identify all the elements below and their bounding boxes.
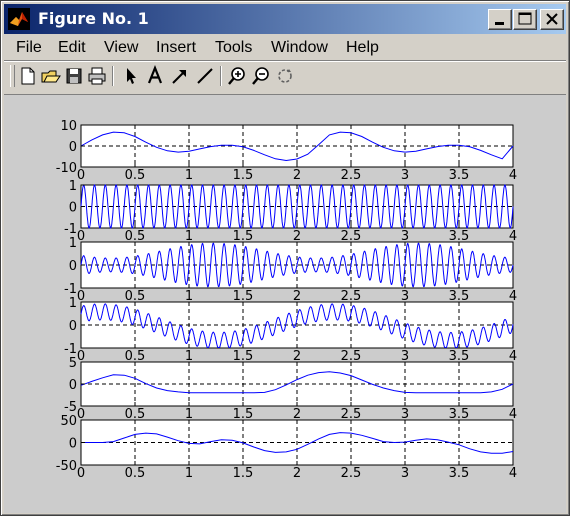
- window-title: Figure No. 1: [38, 9, 149, 28]
- menu-window[interactable]: Window: [271, 38, 328, 58]
- title-bar[interactable]: Figure No. 1: [4, 4, 566, 34]
- menu-view[interactable]: View: [104, 38, 138, 58]
- insert-text-icon[interactable]: [144, 65, 166, 87]
- x-tick-label: 0: [77, 466, 85, 481]
- y-tick-label: -1: [64, 222, 77, 237]
- subplot-stack: 100-10 0 0.5 1 1.5 2 2.5 3 3.5 410-1 0 0.5 1 1.5 2 2.5 3…: [56, 119, 517, 481]
- y-tick-label: -5: [64, 400, 77, 415]
- minimize-button[interactable]: [488, 9, 512, 30]
- y-tick-label: -1: [64, 282, 77, 297]
- x-tick-label: 2: [293, 466, 301, 481]
- figure-toolbar: [4, 63, 566, 91]
- x-tick-label: 2.5: [341, 168, 362, 183]
- x-tick-label: 3: [401, 168, 409, 183]
- maximize-button[interactable]: [513, 9, 537, 30]
- menu-bar: File Edit View Insert Tools Window Help: [4, 36, 566, 60]
- menu-tools[interactable]: Tools: [215, 38, 252, 58]
- y-tick-label: 0: [69, 201, 77, 216]
- y-tick-label: -1: [64, 342, 77, 357]
- insert-line-icon[interactable]: [194, 65, 216, 87]
- new-figure-icon[interactable]: [17, 65, 39, 87]
- toolbar-separator: [220, 66, 222, 86]
- menu-help[interactable]: Help: [346, 38, 379, 58]
- x-tick-label: 4: [509, 168, 517, 183]
- x-tick-label: 3.5: [449, 466, 470, 481]
- y-tick-label: 1: [69, 296, 77, 311]
- menu-file[interactable]: File: [16, 38, 42, 58]
- figure-window: Figure No. 1 File Edit View Insert Tools…: [0, 0, 570, 516]
- y-tick-label: 1: [69, 179, 77, 194]
- x-tick-label: 1: [185, 466, 193, 481]
- x-tick-label: 2: [293, 168, 301, 183]
- open-file-icon[interactable]: [40, 65, 62, 87]
- y-tick-label: 1: [69, 236, 77, 251]
- x-tick-label: 2.5: [341, 466, 362, 481]
- menu-divider: [4, 60, 566, 62]
- y-tick-label: 5: [69, 356, 77, 371]
- toolbar-separator: [112, 66, 114, 86]
- x-tick-label: 0.5: [125, 466, 146, 481]
- x-tick-label: 1: [185, 168, 193, 183]
- y-tick-label: 0: [69, 437, 77, 452]
- zoom-out-icon[interactable]: [250, 65, 272, 87]
- close-button[interactable]: [540, 9, 564, 30]
- select-arrow-icon[interactable]: [119, 65, 141, 87]
- matlab-logo-icon[interactable]: [8, 8, 30, 30]
- x-tick-label: 0.5: [125, 168, 146, 183]
- print-icon[interactable]: [86, 65, 108, 87]
- insert-arrow-icon[interactable]: [169, 65, 191, 87]
- y-tick-label: 50: [60, 414, 77, 429]
- figure-canvas: 10 0 -10 0 0.5 1 1.5 2 2.5 3 3.5 4 1 0 -1 0 0.5 1 1.5 2 2.5 3…: [4, 94, 566, 513]
- y-tick-label: 0: [69, 259, 77, 274]
- x-tick-label: 1.5: [233, 168, 254, 183]
- x-tick-label: 3: [401, 466, 409, 481]
- rotate-3d-icon[interactable]: [274, 65, 296, 87]
- x-tick-label: 4: [509, 466, 517, 481]
- y-tick-label: 10: [60, 119, 77, 134]
- x-tick-label: 1.5: [233, 466, 254, 481]
- x-tick-label: 0: [77, 168, 85, 183]
- y-tick-label: 0: [69, 140, 77, 155]
- y-tick-label: -10: [56, 161, 77, 176]
- y-tick-label: 0: [69, 378, 77, 393]
- y-tick-label: -50: [56, 459, 77, 474]
- menu-edit[interactable]: Edit: [58, 38, 86, 58]
- x-tick-label: 3.5: [449, 168, 470, 183]
- y-tick-label: 0: [69, 319, 77, 334]
- menu-insert[interactable]: Insert: [156, 38, 196, 58]
- save-icon[interactable]: [63, 65, 85, 87]
- zoom-in-icon[interactable]: [226, 65, 248, 87]
- toolbar-grip[interactable]: [10, 65, 15, 87]
